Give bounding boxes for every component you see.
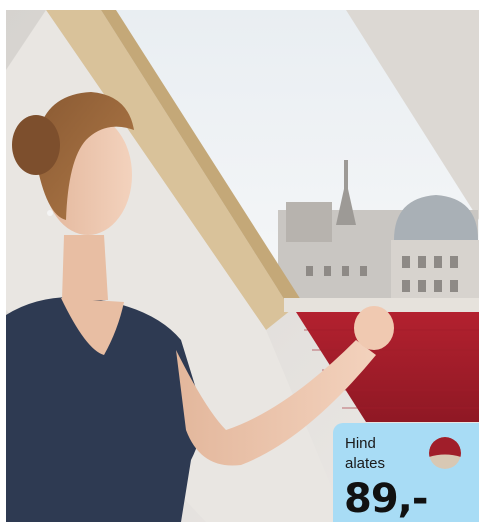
product-image: Hind alates 89,- xyxy=(6,10,479,522)
price-value: 89,- xyxy=(344,476,428,522)
price-card: Hind alates 89,- xyxy=(333,423,479,522)
price-label-line1: Hind xyxy=(345,435,376,452)
price-from-label: Hind alates xyxy=(345,434,385,474)
price-label-line2: alates xyxy=(345,455,386,472)
red-blind-swatch-icon xyxy=(429,437,461,469)
